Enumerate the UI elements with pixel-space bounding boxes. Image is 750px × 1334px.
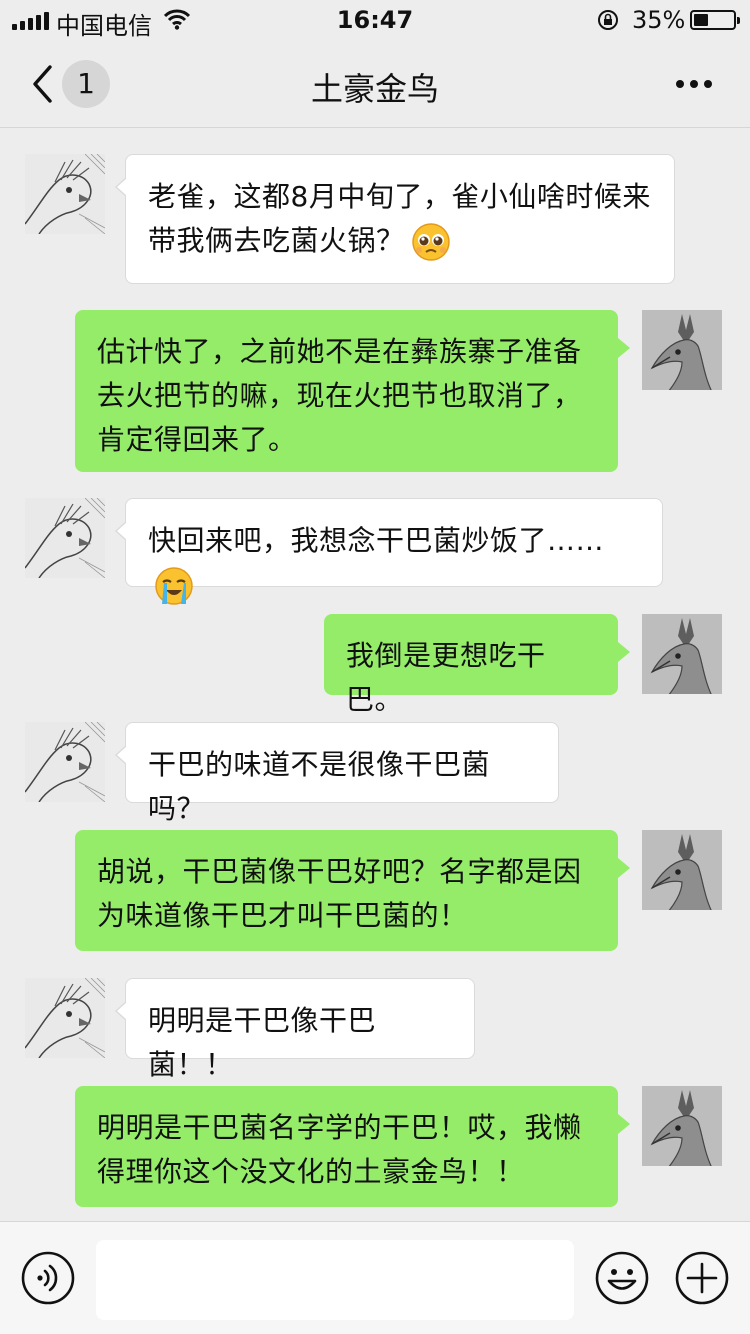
- message-bubble[interactable]: 我倒是更想吃干巴。: [324, 614, 630, 716]
- nav-bar: 1 土豪金鸟: [0, 40, 750, 128]
- my-avatar[interactable]: [642, 1086, 722, 1166]
- message-text: 老雀，这都8月中旬了，雀小仙啥时候来带我俩去吃菌火锅？: [148, 180, 651, 257]
- contact-avatar[interactable]: [25, 498, 105, 578]
- my-avatar[interactable]: [642, 614, 722, 694]
- message-input[interactable]: [96, 1240, 574, 1320]
- message-bubble[interactable]: 明明是干巴菌名字学的干巴！哎，我懒得理你这个没文化的土豪金鸟！！: [75, 1086, 630, 1207]
- chat-title: 土豪金鸟: [310, 70, 439, 108]
- message-text: 干巴的味道不是很像干巴菌吗？: [148, 748, 491, 825]
- chat-messages[interactable]: 老雀，这都8月中旬了，雀小仙啥时候来带我俩去吃菌火锅？ 估计快了，之前她不是在彝…: [0, 128, 750, 1221]
- contact-avatar[interactable]: [25, 978, 105, 1058]
- my-avatar[interactable]: [642, 830, 722, 910]
- message-text: 胡说，干巴菌像干巴好吧？名字都是因为味道像干巴才叫干巴菌的！: [97, 855, 582, 932]
- message-bubble[interactable]: 胡说，干巴菌像干巴好吧？名字都是因为味道像干巴才叫干巴菌的！: [75, 830, 630, 951]
- battery-percent: 35%: [632, 6, 686, 34]
- input-bar: [0, 1221, 750, 1334]
- message-text: 明明是干巴菌名字学的干巴！哎，我懒得理你这个没文化的土豪金鸟！！: [97, 1111, 582, 1188]
- more-actions-plus-icon[interactable]: [674, 1250, 730, 1306]
- voice-input-icon[interactable]: [20, 1250, 76, 1306]
- message-text: 明明是干巴像干巴菌！！: [148, 1004, 377, 1081]
- contact-avatar[interactable]: [25, 154, 105, 234]
- rotation-lock-icon: [598, 10, 618, 30]
- message-bubble[interactable]: 老雀，这都8月中旬了，雀小仙啥时候来带我俩去吃菌火锅？: [115, 154, 675, 284]
- message-text: 估计快了，之前她不是在彝族寨子准备去火把节的嘛，现在火把节也取消了，肯定得回来了…: [97, 335, 582, 456]
- pleading-face-icon: [411, 223, 450, 261]
- message-bubble[interactable]: 快回来吧，我想念干巴菌炒饭了……: [115, 498, 663, 605]
- more-options-icon[interactable]: [674, 80, 714, 90]
- emoji-icon[interactable]: [594, 1250, 650, 1306]
- my-avatar[interactable]: [642, 310, 722, 390]
- message-bubble[interactable]: 干巴的味道不是很像干巴菌吗？: [115, 722, 559, 825]
- crying-face-icon: [155, 567, 193, 605]
- message-text: 快回来吧，我想念干巴菌炒饭了……: [148, 524, 605, 557]
- status-bar: 中国电信 16:47 35%: [0, 0, 750, 40]
- message-text: 我倒是更想吃干巴。: [346, 639, 546, 716]
- contact-avatar[interactable]: [25, 722, 105, 802]
- message-bubble[interactable]: 明明是干巴像干巴菌！！: [115, 978, 475, 1081]
- message-bubble[interactable]: 估计快了，之前她不是在彝族寨子准备去火把节的嘛，现在火把节也取消了，肯定得回来了…: [75, 310, 630, 472]
- battery-icon: [690, 10, 740, 30]
